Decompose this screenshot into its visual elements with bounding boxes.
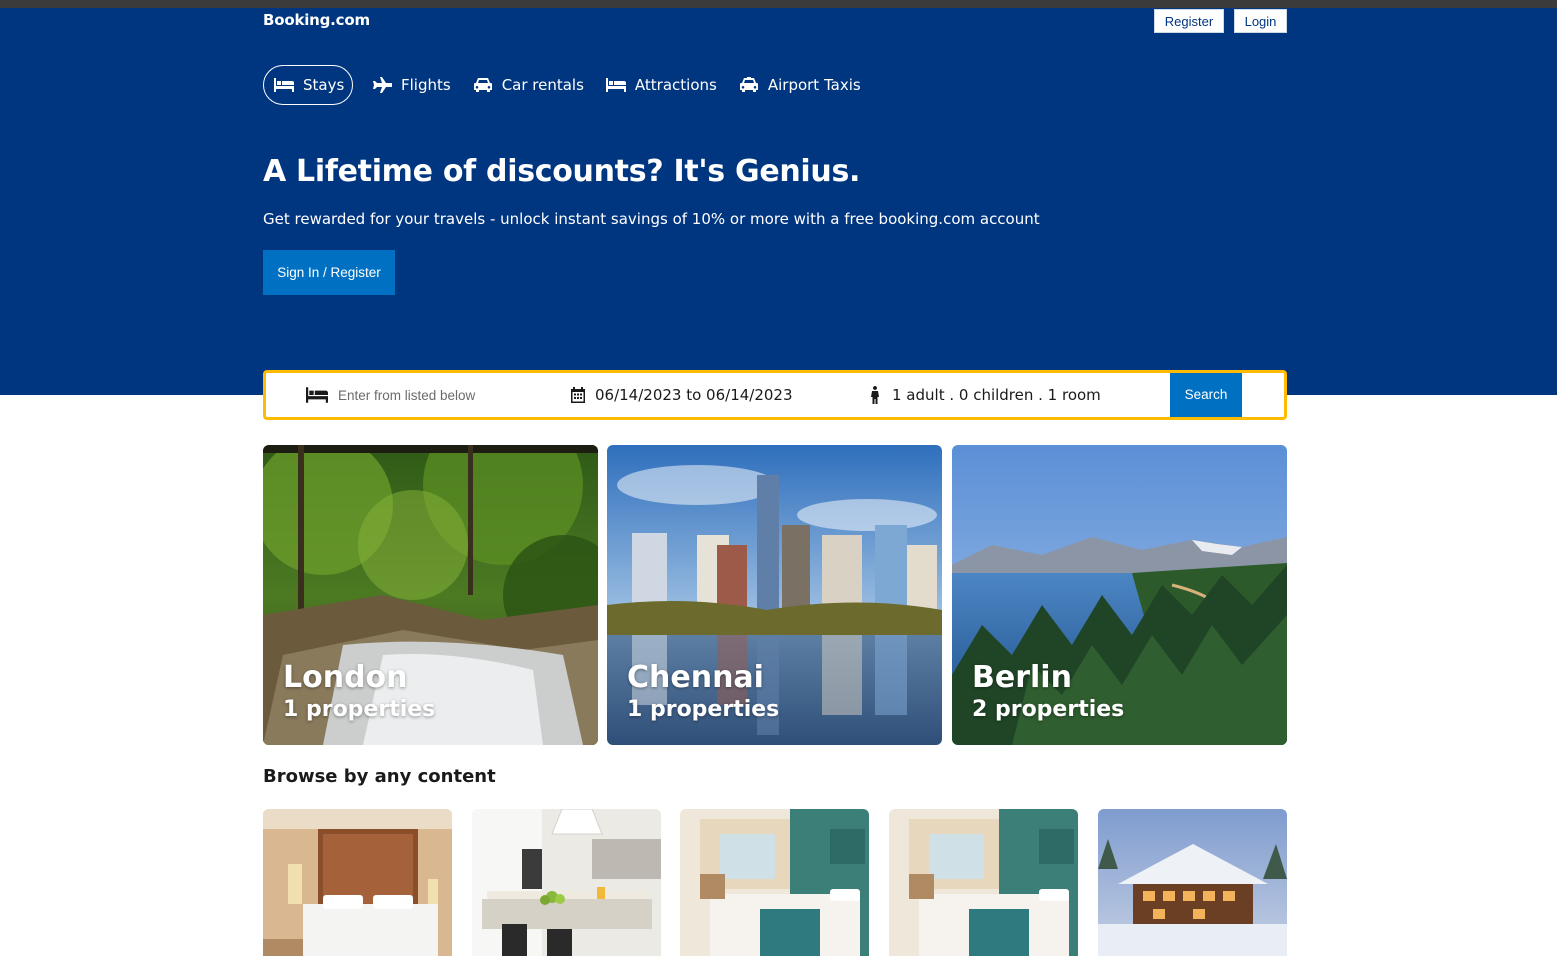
- hotel-bedroom-image: [263, 809, 452, 956]
- browse-card[interactable]: [472, 809, 661, 956]
- date-range-picker[interactable]: 06/14/2023 to 06/14/2023: [571, 373, 831, 417]
- login-button[interactable]: Login: [1234, 9, 1287, 33]
- browse-card[interactable]: [889, 809, 1078, 956]
- bed-icon: [274, 78, 294, 92]
- nav-item-attractions[interactable]: Attractions: [595, 65, 728, 105]
- nav-item-label: Car rentals: [501, 76, 584, 94]
- city-card-chennai[interactable]: Chennai 1 properties: [607, 445, 942, 745]
- bed-icon: [605, 78, 626, 92]
- nav-item-car-rentals[interactable]: Car rentals: [462, 65, 595, 105]
- city-card-berlin[interactable]: Berlin 2 properties: [952, 445, 1287, 745]
- guests-picker[interactable]: 1 adult . 0 children . 1 room: [870, 373, 1130, 417]
- product-nav: Stays Flights Car rentals Attractions Ai…: [263, 65, 872, 105]
- sign-in-register-button[interactable]: Sign In / Register: [263, 250, 395, 295]
- browse-card[interactable]: [1098, 809, 1287, 956]
- browse-section-title: Browse by any content: [263, 766, 496, 787]
- register-button[interactable]: Register: [1154, 9, 1224, 33]
- city-name: Chennai: [627, 660, 764, 695]
- hotel-room-image: [889, 809, 1078, 956]
- brand-logo[interactable]: Booking.com: [263, 11, 370, 29]
- nav-item-flights[interactable]: Flights: [361, 65, 462, 105]
- nav-item-label: Stays: [303, 76, 345, 94]
- bed-icon: [306, 387, 328, 403]
- destination-field[interactable]: [306, 373, 536, 417]
- date-range-value: 06/14/2023 to 06/14/2023: [595, 386, 793, 404]
- search-button[interactable]: Search: [1170, 373, 1242, 417]
- hero-subtitle: Get rewarded for your travels - unlock i…: [263, 210, 1040, 228]
- hero-title: A Lifetime of discounts? It's Genius.: [263, 154, 861, 189]
- car-icon: [473, 78, 492, 92]
- city-name: London: [283, 660, 408, 695]
- snowy-chalet-image: [1098, 809, 1287, 956]
- browse-card[interactable]: [680, 809, 869, 956]
- nav-item-label: Airport Taxis: [767, 76, 861, 94]
- city-property-count: 2 properties: [972, 697, 1125, 722]
- nav-item-label: Flights: [401, 76, 451, 94]
- plane-icon: [373, 77, 392, 93]
- person-icon: [871, 386, 879, 404]
- nav-item-label: Attractions: [634, 76, 717, 94]
- city-name: Berlin: [972, 660, 1072, 695]
- city-property-count: 1 properties: [283, 697, 436, 722]
- browser-top-edge: [0, 0, 1557, 8]
- calendar-icon: [571, 387, 585, 403]
- guests-value: 1 adult . 0 children . 1 room: [892, 386, 1101, 404]
- hotel-room-image: [680, 809, 869, 956]
- browse-card[interactable]: [263, 809, 452, 956]
- nav-item-airport-taxis[interactable]: Airport Taxis: [728, 65, 872, 105]
- nav-item-stays[interactable]: Stays: [263, 65, 353, 105]
- search-bar: 06/14/2023 to 06/14/2023 1 adult . 0 chi…: [263, 370, 1287, 420]
- city-property-count: 1 properties: [627, 697, 780, 722]
- taxi-icon: [739, 77, 758, 92]
- destination-input[interactable]: [338, 387, 518, 403]
- city-card-london[interactable]: London 1 properties: [263, 445, 598, 745]
- kitchen-image: [472, 809, 661, 956]
